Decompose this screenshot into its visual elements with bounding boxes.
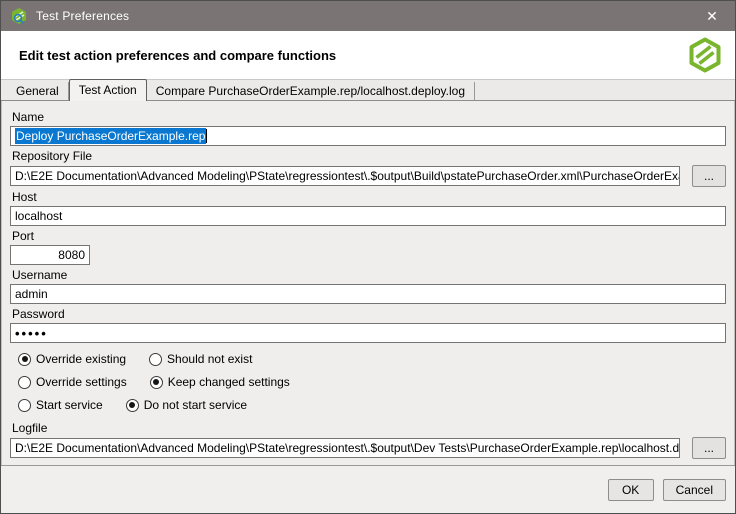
radio-start-service[interactable]: Start service xyxy=(18,398,103,412)
radio-button-icon xyxy=(150,376,163,389)
repository-file-row: D:\E2E Documentation\Advanced Modeling\P… xyxy=(10,165,726,187)
test-action-panel: Name Deploy PurchaseOrderExample.rep Rep… xyxy=(1,101,735,465)
radio-button-icon xyxy=(149,353,162,366)
password-input[interactable]: ••••• xyxy=(10,323,726,343)
username-input[interactable]: admin xyxy=(10,284,726,304)
password-label: Password xyxy=(12,307,726,321)
service-radio-group: Start service Do not start service xyxy=(18,398,726,412)
logfile-row: D:\E2E Documentation\Advanced Modeling\P… xyxy=(10,437,726,459)
repository-file-input[interactable]: D:\E2E Documentation\Advanced Modeling\P… xyxy=(10,166,680,186)
name-input[interactable]: Deploy PurchaseOrderExample.rep xyxy=(10,126,726,146)
radio-label: Keep changed settings xyxy=(168,375,290,389)
radio-keep-changed-settings[interactable]: Keep changed settings xyxy=(150,375,290,389)
existing-radio-group: Override existing Should not exist xyxy=(18,352,726,366)
username-label: Username xyxy=(12,268,726,282)
window-title: Test Preferences xyxy=(36,9,129,23)
dialog-header: Edit test action preferences and compare… xyxy=(1,31,735,80)
host-input[interactable]: localhost xyxy=(10,206,726,226)
radio-override-existing[interactable]: Override existing xyxy=(18,352,126,366)
logfile-browse-button[interactable]: ... xyxy=(692,437,726,459)
radio-button-icon xyxy=(18,353,31,366)
name-selected-text: Deploy PurchaseOrderExample.rep xyxy=(15,128,206,144)
radio-do-not-start-service[interactable]: Do not start service xyxy=(126,398,247,412)
repository-file-label: Repository File xyxy=(12,149,726,163)
title-bar: Test Preferences ✕ xyxy=(1,1,735,31)
cancel-button[interactable]: Cancel xyxy=(663,479,726,501)
tab-general[interactable]: General xyxy=(7,82,69,100)
dialog-description: Edit test action preferences and compare… xyxy=(19,48,336,63)
ok-button[interactable]: OK xyxy=(608,479,654,501)
text-caret xyxy=(206,129,207,143)
repository-browse-button[interactable]: ... xyxy=(692,165,726,187)
host-label: Host xyxy=(12,190,726,204)
port-label: Port xyxy=(12,229,726,243)
radio-button-icon xyxy=(126,399,139,412)
close-icon[interactable]: ✕ xyxy=(689,1,735,31)
radio-label: Override settings xyxy=(36,375,127,389)
button-bar: OK Cancel xyxy=(1,465,735,513)
radio-button-icon xyxy=(18,399,31,412)
settings-radio-group: Override settings Keep changed settings xyxy=(18,375,726,389)
e2e-logo-icon xyxy=(687,37,723,73)
radio-label: Override existing xyxy=(36,352,126,366)
radio-button-icon xyxy=(18,376,31,389)
radio-label: Do not start service xyxy=(144,398,247,412)
test-preferences-dialog: Test Preferences ✕ Edit test action pref… xyxy=(0,0,736,514)
logfile-input[interactable]: D:\E2E Documentation\Advanced Modeling\P… xyxy=(10,438,680,458)
tab-compare[interactable]: Compare PurchaseOrderExample.rep/localho… xyxy=(147,82,475,100)
app-hexagon-magnifier-icon xyxy=(10,7,28,25)
name-label: Name xyxy=(12,110,726,124)
tab-test-action[interactable]: Test Action xyxy=(69,79,147,101)
radio-label: Start service xyxy=(36,398,103,412)
logfile-label: Logfile xyxy=(12,421,726,435)
port-input[interactable]: 8080 xyxy=(10,245,90,265)
tab-bar: General Test Action Compare PurchaseOrde… xyxy=(1,80,735,101)
radio-should-not-exist[interactable]: Should not exist xyxy=(149,352,252,366)
radio-label: Should not exist xyxy=(167,352,252,366)
radio-override-settings[interactable]: Override settings xyxy=(18,375,127,389)
